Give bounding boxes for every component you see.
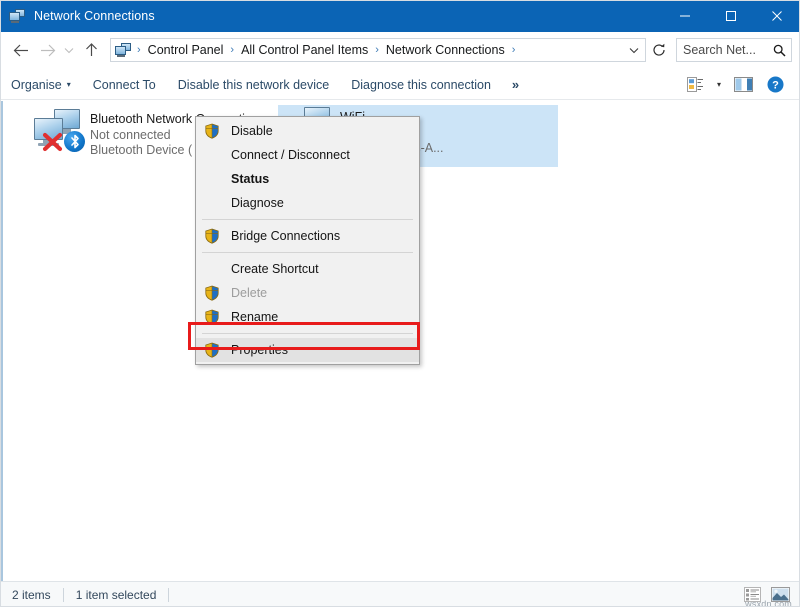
command-bar-right-group: ▾ ?	[680, 73, 800, 97]
up-arrow-icon[interactable]	[78, 35, 104, 65]
menu-item-label: Disable	[231, 124, 273, 138]
menu-item-disable[interactable]: Disable	[196, 119, 419, 143]
status-divider	[168, 588, 169, 602]
watermark-text: wsxdn.com	[745, 599, 792, 609]
menu-separator	[202, 333, 413, 334]
svg-text:?: ?	[772, 80, 779, 92]
shield-icon	[204, 123, 220, 139]
address-chevron-down-icon[interactable]	[623, 39, 645, 61]
status-selection-count: 1 item selected	[76, 588, 157, 602]
command-bar: Organise ▾ Connect To Disable this netwo…	[0, 70, 800, 100]
menu-item-status[interactable]: Status	[196, 167, 419, 191]
menu-item-label: Properties	[231, 343, 288, 357]
breadcrumb-separator-icon: ›	[132, 44, 146, 56]
explorer-window: Network Connections	[0, 0, 800, 607]
recent-locations-chevron-down-icon[interactable]	[60, 35, 78, 65]
menu-separator	[202, 219, 413, 220]
bluetooth-network-adapter-icon	[28, 107, 86, 155]
title-bar: Network Connections	[0, 0, 800, 32]
menu-item-diagnose[interactable]: Diagnose	[196, 191, 419, 215]
change-view-chevron-down-icon[interactable]: ▾	[712, 80, 726, 89]
forward-arrow-icon[interactable]	[34, 35, 60, 65]
search-input[interactable]	[683, 43, 771, 57]
breadcrumb-separator-icon: ›	[507, 44, 521, 56]
organise-button[interactable]: Organise ▾	[0, 73, 82, 97]
menu-item-label: Connect / Disconnect	[231, 148, 350, 162]
disable-network-device-button[interactable]: Disable this network device	[167, 73, 340, 97]
context-menu[interactable]: Disable Connect / Disconnect Status Diag…	[195, 116, 420, 365]
help-icon[interactable]: ?	[760, 73, 790, 97]
breadcrumb-item-control-panel[interactable]: Control Panel	[146, 43, 226, 57]
navigation-bar: › Control Panel › All Control Panel Item…	[0, 32, 800, 68]
maximize-button[interactable]	[708, 0, 754, 32]
menu-item-properties[interactable]: Properties	[196, 338, 419, 362]
shield-icon	[204, 285, 220, 301]
address-bar[interactable]: › Control Panel › All Control Panel Item…	[110, 38, 646, 62]
shield-icon	[204, 342, 220, 358]
network-connections-icon	[9, 8, 26, 24]
no-icon	[204, 147, 220, 163]
bluetooth-icon	[64, 131, 85, 152]
red-x-icon	[42, 131, 64, 153]
status-divider	[63, 588, 64, 602]
chevron-down-icon: ▾	[67, 80, 71, 89]
menu-separator	[202, 252, 413, 253]
search-box[interactable]	[676, 38, 792, 62]
status-view-buttons: wsxdn.com	[740, 584, 800, 606]
change-view-icon[interactable]	[680, 73, 710, 97]
no-icon	[204, 171, 220, 187]
menu-item-label: Rename	[231, 310, 278, 324]
window-controls	[662, 0, 800, 32]
diagnose-connection-button[interactable]: Diagnose this connection	[340, 73, 502, 97]
status-item-count: 2 items	[12, 588, 51, 602]
status-bar: 2 items 1 item selected	[0, 581, 800, 607]
menu-item-create-shortcut[interactable]: Create Shortcut	[196, 257, 419, 281]
breadcrumb-separator-icon: ›	[370, 44, 384, 56]
toolbar-overflow-button[interactable]: »	[502, 77, 529, 92]
menu-item-delete: Delete	[196, 281, 419, 305]
menu-item-rename[interactable]: Rename	[196, 305, 419, 329]
menu-item-label: Bridge Connections	[231, 229, 340, 243]
shield-icon	[204, 309, 220, 325]
no-icon	[204, 195, 220, 211]
connect-to-button[interactable]: Connect To	[82, 73, 167, 97]
breadcrumb-separator-icon: ›	[225, 44, 239, 56]
window-title: Network Connections	[34, 9, 155, 23]
menu-item-label: Create Shortcut	[231, 262, 319, 276]
organise-label: Organise	[11, 78, 62, 92]
close-button[interactable]	[754, 0, 800, 32]
menu-item-bridge-connections[interactable]: Bridge Connections	[196, 224, 419, 248]
breadcrumb-item-network-connections[interactable]: Network Connections	[384, 43, 507, 57]
menu-item-label: Diagnose	[231, 196, 284, 210]
refresh-icon[interactable]	[646, 35, 672, 65]
minimize-button[interactable]	[662, 0, 708, 32]
shield-icon	[204, 228, 220, 244]
preview-pane-icon[interactable]	[728, 73, 758, 97]
back-arrow-icon[interactable]	[8, 35, 34, 65]
no-icon	[204, 261, 220, 277]
breadcrumb-item-all-control-panel-items[interactable]: All Control Panel Items	[239, 43, 370, 57]
menu-item-connect-disconnect[interactable]: Connect / Disconnect	[196, 143, 419, 167]
menu-item-label: Delete	[231, 286, 267, 300]
menu-item-label: Status	[231, 172, 269, 186]
search-icon[interactable]	[773, 44, 786, 57]
breadcrumb-network-connections-icon	[115, 42, 132, 58]
